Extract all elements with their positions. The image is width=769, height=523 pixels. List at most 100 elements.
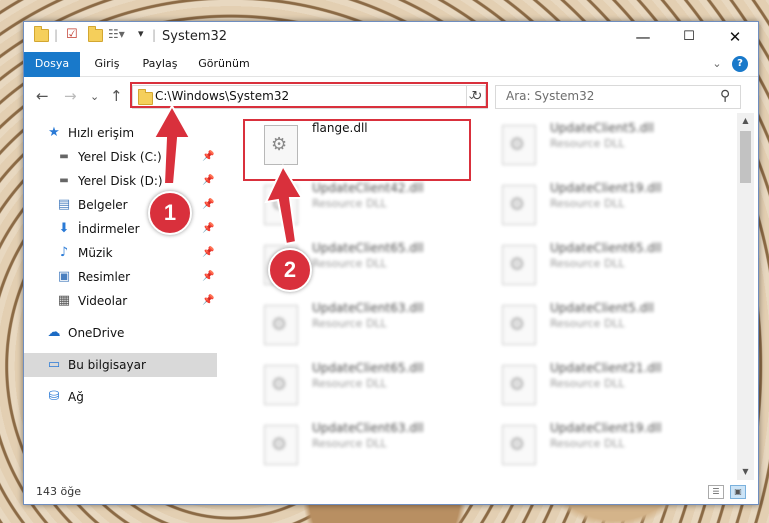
sidebar-item-this-pc[interactable]: ▭ Bu bilgisayar (24, 353, 217, 377)
file-item[interactable]: UpdateClient65.dll Resource DLL (246, 357, 476, 413)
minimize-button[interactable]: — (620, 22, 666, 52)
customize-toolbar-icon[interactable]: ▾ (138, 27, 144, 43)
title-bar: | ☑ ☷▾ ▾ | System32 — ☐ ✕ (24, 22, 758, 52)
maximize-button[interactable]: ☐ (666, 22, 712, 52)
pin-icon[interactable]: 📌 (202, 241, 214, 265)
step-2-badge: 2 (268, 248, 312, 292)
search-icon[interactable]: ⚲ (720, 88, 730, 104)
close-button[interactable]: ✕ (712, 22, 758, 52)
file-type: Resource DLL (312, 197, 387, 210)
dll-file-icon (502, 185, 536, 225)
tab-share[interactable]: Paylaş (136, 52, 184, 76)
pin-icon[interactable]: 📌 (202, 169, 214, 193)
sidebar-item-music[interactable]: ♪ Müzik 📌 (24, 241, 217, 265)
network-icon: ⛁ (48, 389, 60, 404)
file-name: UpdateClient21.dll (550, 361, 662, 375)
separator: | (54, 28, 59, 42)
file-item[interactable]: UpdateClient21.dll Resource DLL (484, 357, 714, 413)
file-item[interactable]: UpdateClient63.dll Resource DLL (246, 297, 476, 353)
sidebar-item-network[interactable]: ⛁ Ağ (24, 385, 217, 409)
scrollbar-thumb[interactable] (740, 131, 751, 183)
cloud-icon: ☁ (47, 325, 61, 340)
new-folder-icon[interactable] (88, 26, 103, 45)
file-item[interactable]: UpdateClient42.dll Resource DLL (246, 177, 476, 233)
file-name: UpdateClient42.dll (312, 181, 424, 195)
dll-file-icon (502, 425, 536, 465)
sidebar-item-label: Yerel Disk (C:) (78, 150, 162, 164)
file-item[interactable]: UpdateClient5.dll Resource DLL (484, 117, 714, 173)
file-name: UpdateClient65.dll (312, 241, 424, 255)
sidebar-item-label: Ağ (68, 390, 84, 404)
sidebar-item-videos[interactable]: ▦ Videolar 📌 (24, 289, 217, 313)
file-type: Resource DLL (312, 377, 387, 390)
details-view-icon[interactable]: ☰ (708, 485, 724, 499)
pin-icon[interactable]: 📌 (202, 145, 214, 169)
sidebar-item-local-disk-c[interactable]: ▬ Yerel Disk (C:) 📌 (24, 145, 217, 169)
file-type: Resource DLL (550, 317, 625, 330)
properties-icon[interactable]: ☑ (66, 27, 78, 43)
address-bar-highlight (130, 82, 488, 108)
vertical-scrollbar[interactable]: ▲ ▼ (737, 113, 754, 480)
step-1-badge: 1 (148, 191, 192, 235)
sidebar-item-pictures[interactable]: ▣ Resimler 📌 (24, 265, 217, 289)
tab-home[interactable]: Giriş (86, 52, 128, 76)
forward-button[interactable]: → (64, 87, 77, 105)
file-type: Resource DLL (550, 197, 625, 210)
recent-locations-button[interactable]: ⌄ (90, 90, 99, 103)
tab-view[interactable]: Görünüm (194, 52, 254, 76)
file-item[interactable]: UpdateClient65.dll Resource DLL (484, 237, 714, 293)
folder-icon (34, 26, 49, 45)
pin-icon[interactable]: 📌 (202, 193, 214, 217)
videos-icon: ▦ (57, 293, 71, 308)
sidebar-item-onedrive[interactable]: ☁ OneDrive (24, 321, 217, 345)
sidebar-item-label: Müzik (78, 246, 113, 260)
sidebar-item-label: Yerel Disk (D:) (78, 174, 163, 188)
scroll-down-icon[interactable]: ▼ (737, 464, 754, 480)
sidebar-item-label: Bu bilgisayar (68, 358, 146, 372)
window-title: System32 (162, 29, 228, 44)
dll-file-icon (264, 425, 298, 465)
sidebar-item-label: Videolar (78, 294, 128, 308)
sidebar-item-quick-access[interactable]: ★ Hızlı erişim (24, 121, 217, 145)
file-item[interactable]: UpdateClient5.dll Resource DLL (484, 297, 714, 353)
dll-file-icon (502, 365, 536, 405)
drive-icon: ▬ (59, 175, 69, 186)
file-name: UpdateClient63.dll (312, 421, 424, 435)
file-type: Resource DLL (312, 437, 387, 450)
sidebar-item-label: Hızlı erişim (68, 126, 135, 140)
file-name: UpdateClient63.dll (312, 301, 424, 315)
sidebar-item-label: İndirmeler (78, 222, 140, 236)
help-icon[interactable]: ? (732, 56, 748, 72)
file-type: Resource DLL (312, 317, 387, 330)
ribbon: Dosya Giriş Paylaş Görünüm ⌄ ? (24, 52, 758, 108)
drive-icon: ▬ (59, 151, 69, 162)
file-name: UpdateClient65.dll (312, 361, 424, 375)
pin-icon[interactable]: 📌 (202, 289, 214, 313)
sidebar-item-label: Belgeler (78, 198, 128, 212)
pin-icon[interactable]: 📌 (202, 217, 214, 241)
file-item[interactable]: UpdateClient19.dll Resource DLL (484, 417, 714, 473)
up-button[interactable]: ↑ (110, 87, 123, 105)
sidebar-item-local-disk-d[interactable]: ▬ Yerel Disk (D:) 📌 (24, 169, 217, 193)
pin-icon[interactable]: 📌 (202, 265, 214, 289)
scroll-up-icon[interactable]: ▲ (737, 113, 754, 129)
file-type: Resource DLL (312, 257, 387, 270)
ribbon-expand-icon[interactable]: ⌄ (708, 52, 726, 76)
search-input[interactable]: Ara: System32 (506, 89, 594, 103)
sidebar-item-label: Resimler (78, 270, 131, 284)
star-icon: ★ (48, 125, 60, 140)
separator: | (152, 28, 157, 42)
dll-file-icon (502, 125, 536, 165)
computer-icon: ▭ (47, 357, 61, 372)
large-icons-view-icon[interactable]: ▣ (730, 485, 746, 499)
file-item[interactable]: UpdateClient63.dll Resource DLL (246, 417, 476, 473)
search-box[interactable]: Ara: System32 ⚲ (495, 85, 741, 109)
file-name: UpdateClient19.dll (550, 421, 662, 435)
file-name: UpdateClient5.dll (550, 301, 654, 315)
dll-file-icon (264, 185, 298, 225)
quick-access-toolbar-icon[interactable]: ☷▾ (108, 27, 125, 43)
navigation-pane: ★ Hızlı erişim ▬ Yerel Disk (C:) 📌 ▬ Yer… (24, 113, 217, 480)
file-item[interactable]: UpdateClient19.dll Resource DLL (484, 177, 714, 233)
item-count: 143 öğe (36, 485, 81, 498)
back-button[interactable]: ← (36, 87, 49, 105)
